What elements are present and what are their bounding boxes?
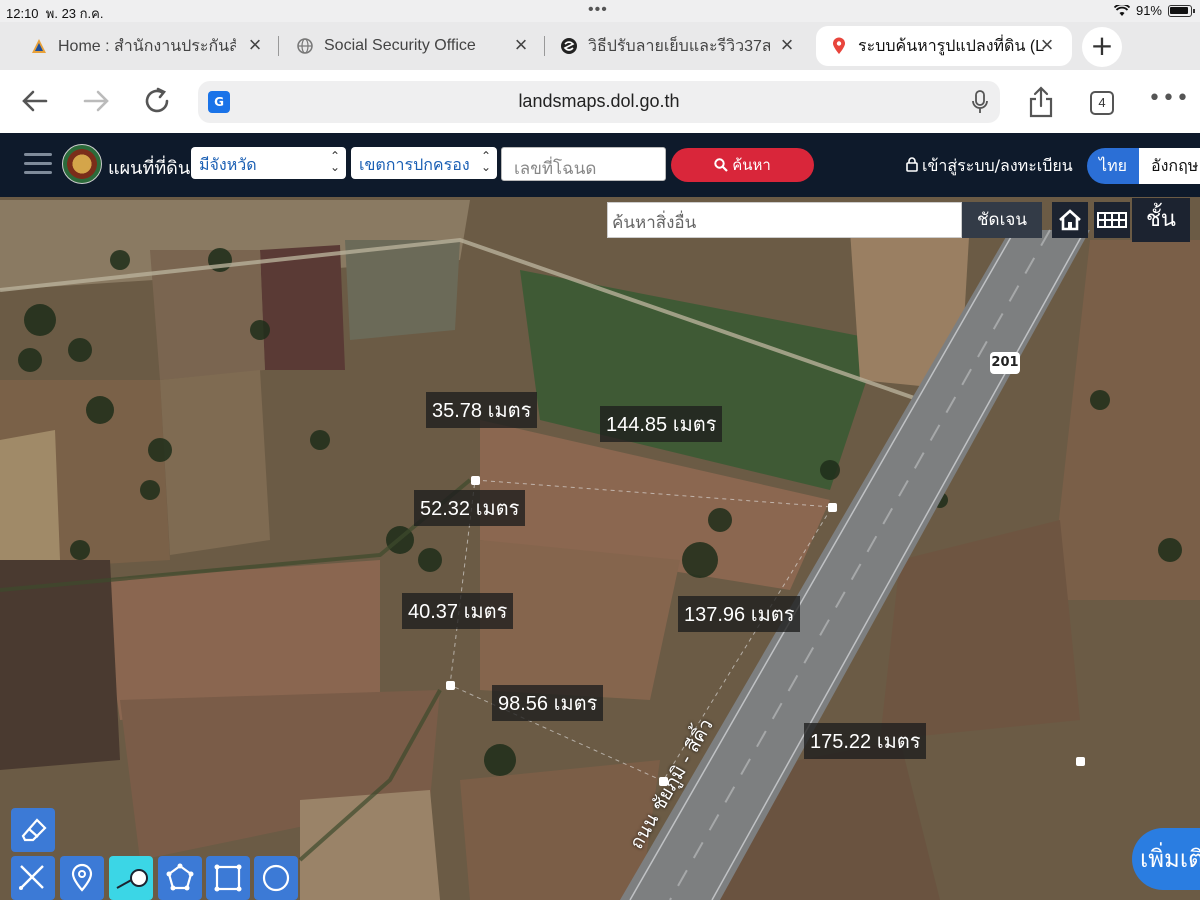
satellite-map[interactable] [0, 197, 1200, 900]
forward-arrow-icon[interactable] [79, 84, 113, 118]
eraser-icon [21, 818, 47, 842]
home-icon [1059, 209, 1081, 231]
tab-sewing-review[interactable]: วิธีปรับลายเย็บและรีวิว37สา × [560, 26, 798, 66]
measurement-label: 144.85 เมตร [600, 406, 723, 442]
ruler-pencil-icon [19, 865, 44, 890]
rectangle-icon [214, 864, 242, 892]
address-bar[interactable]: G landsmaps.dol.go.th [198, 81, 1000, 123]
reload-icon[interactable] [140, 84, 174, 118]
eraser-tool-button[interactable] [11, 808, 55, 852]
vertex-handle[interactable] [446, 681, 455, 690]
close-icon[interactable]: × [510, 34, 532, 56]
battery-percent: 91% [1135, 3, 1162, 18]
more-button[interactable]: เพิ่มเติม [1132, 828, 1200, 890]
close-icon[interactable]: × [244, 34, 266, 56]
deed-number-input[interactable]: เลขที่โฉนด [501, 147, 666, 181]
new-tab-button[interactable]: + [1082, 27, 1122, 67]
tab-title: วิธีปรับลายเย็บและรีวิว37สา [588, 37, 770, 55]
wifi-icon [1113, 4, 1130, 16]
browser-toolbar: G landsmaps.dol.go.th 4 ••• [0, 70, 1200, 133]
updown-chevron-icon: ⌃ ⌄ [329, 149, 340, 174]
tab-title: ระบบค้นหารูปแปลงที่ดิน (La [858, 37, 1044, 55]
province-select-value: มีจังหวัด [199, 155, 257, 174]
line-tool-button[interactable] [109, 856, 153, 900]
rectangle-tool-button[interactable] [206, 856, 250, 900]
lang-english-button[interactable]: อังกฤษ [1139, 148, 1200, 184]
map-pin-icon [830, 37, 848, 55]
status-bar: 12:10 พ. 23 ก.ค. ••• 91% [0, 0, 1200, 22]
district-select[interactable]: เขตการปกครอง ⌃ ⌄ [351, 147, 497, 179]
map-pin-icon [71, 863, 93, 892]
triangle-logo-icon [30, 37, 48, 55]
multitask-dots-icon[interactable]: ••• [588, 1, 608, 19]
measure-tool-button[interactable] [11, 856, 55, 900]
province-select[interactable]: มีจังหวัด ⌃ ⌄ [191, 147, 346, 179]
search-button-label: ค้นหา [732, 156, 771, 174]
home-button[interactable] [1052, 202, 1088, 238]
swirl-logo-icon [560, 37, 578, 55]
browser-tabs: Home : สำนักงานประกันสัง × Social Securi… [0, 22, 1200, 70]
measurement-label: 35.78 เมตร [426, 392, 538, 428]
polygon-tool-button[interactable] [158, 856, 202, 900]
map-imagery [0, 197, 1200, 900]
tab-title: Social Security Office [324, 37, 476, 54]
vertex-handle[interactable] [1076, 757, 1085, 766]
close-icon[interactable]: × [1036, 34, 1058, 56]
updown-chevron-icon: ⌃ ⌄ [480, 149, 491, 174]
polygon-icon [166, 863, 194, 891]
search-icon [714, 158, 728, 172]
search-button[interactable]: ค้นหา [671, 148, 814, 182]
vertex-handle[interactable] [659, 777, 668, 786]
grid-icon [1097, 212, 1127, 228]
clear-button[interactable]: ชัดเจน [962, 202, 1042, 238]
status-time-date: 12:10 พ. 23 ก.ค. [6, 6, 104, 21]
tab-separator [544, 36, 545, 56]
tab-separator [278, 36, 279, 56]
measurement-label: 137.96 เมตร [678, 596, 801, 632]
district-select-value: เขตการปกครอง [359, 155, 470, 174]
site-title: แผนที่ที่ดิน [108, 158, 191, 179]
tab-count-button[interactable]: 4 [1090, 91, 1114, 115]
battery-icon [1168, 4, 1195, 17]
microphone-icon[interactable] [972, 90, 988, 114]
layers-button[interactable]: ชั้น [1132, 198, 1190, 242]
circle-tool-button[interactable] [254, 856, 298, 900]
url-text: landsmaps.dol.go.th [518, 91, 680, 111]
measurement-label: 40.37 เมตร [402, 593, 514, 629]
measurement-label: 52.32 เมตร [414, 490, 526, 526]
grid-button[interactable] [1094, 202, 1130, 238]
circle-icon [262, 864, 290, 892]
lang-thai-button[interactable]: ไทย [1087, 148, 1139, 184]
login-register-link[interactable]: เข้าสู่ระบบ/ลงทะเบียน [906, 154, 1073, 179]
back-arrow-icon[interactable] [18, 84, 52, 118]
tab-social-security[interactable]: Social Security Office × [296, 26, 532, 66]
pin-tool-button[interactable] [60, 856, 104, 900]
lock-icon [906, 157, 918, 172]
login-label: เข้าสู่ระบบ/ลงทะเบียน [922, 156, 1073, 175]
vertex-handle[interactable] [471, 476, 480, 485]
measurement-label: 175.22 เมตร [804, 723, 927, 759]
tab-landsmaps[interactable]: ระบบค้นหารูปแปลงที่ดิน (La × [816, 26, 1072, 66]
globe-icon [296, 37, 314, 55]
measurement-label: 98.56 เมตร [492, 685, 604, 721]
other-search-input[interactable]: ค้นหาสิ่งอื่น [607, 202, 962, 238]
more-options-icon[interactable]: ••• [1148, 86, 1190, 111]
status-right: 91% [1113, 3, 1195, 18]
vertex-handle[interactable] [828, 503, 837, 512]
close-icon[interactable]: × [776, 34, 798, 56]
line-draw-icon [116, 869, 148, 889]
route-number-shield: 201 [990, 352, 1020, 374]
share-icon[interactable] [1028, 86, 1054, 118]
tab-home-sso[interactable]: Home : สำนักงานประกันสัง × [30, 26, 266, 66]
hamburger-menu-icon[interactable] [24, 153, 52, 175]
tab-title: Home : สำนักงานประกันสัง [58, 37, 236, 55]
department-logo [62, 144, 102, 184]
